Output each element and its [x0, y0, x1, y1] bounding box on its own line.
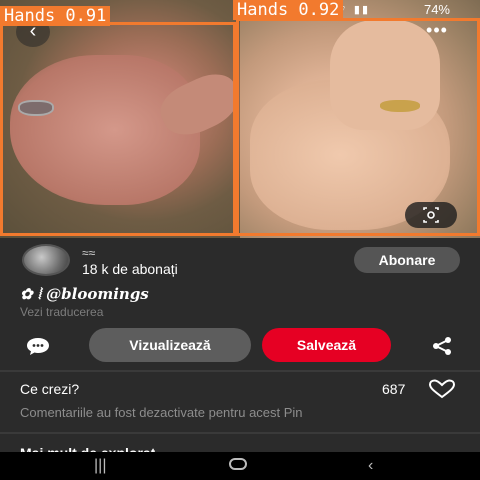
recents-icon[interactable]: ||| [94, 457, 106, 475]
view-button[interactable]: Vizualizează [89, 328, 251, 362]
detection-label: Hands 0.91 [0, 6, 111, 26]
pin-title: ✿ ⦚ @bloomings [20, 285, 149, 303]
comments-heading: Ce crezi? [20, 381, 80, 397]
avatar[interactable] [22, 244, 70, 276]
detection-label: Hands 0.92 [233, 0, 344, 20]
save-button[interactable]: Salvează [262, 328, 391, 362]
comment-button[interactable] [25, 336, 51, 361]
like-count: 687 [382, 381, 406, 397]
divider [0, 432, 480, 434]
like-button[interactable] [428, 379, 456, 404]
comments-disabled-notice: Comentariile au fost dezactivate pentru … [20, 405, 303, 420]
translate-link[interactable]: Vezi traducerea [20, 305, 103, 319]
share-button[interactable] [430, 336, 454, 361]
divider [0, 370, 480, 372]
comment-icon [27, 338, 49, 355]
subscribe-button[interactable]: Abonare [354, 247, 460, 273]
home-icon[interactable] [228, 457, 248, 476]
creator-name[interactable]: ≈≈ [82, 246, 95, 260]
heart-icon [428, 379, 456, 399]
detection-box [236, 18, 480, 236]
home-icon [229, 458, 247, 470]
battery-level: 74% [423, 2, 450, 17]
detection-box [0, 22, 236, 236]
back-nav-icon[interactable]: ‹ [368, 457, 373, 475]
system-nav-bar: ||| ‹ [0, 452, 480, 480]
share-icon [433, 337, 451, 355]
subscriber-count: 18 k de abonați [82, 261, 178, 277]
